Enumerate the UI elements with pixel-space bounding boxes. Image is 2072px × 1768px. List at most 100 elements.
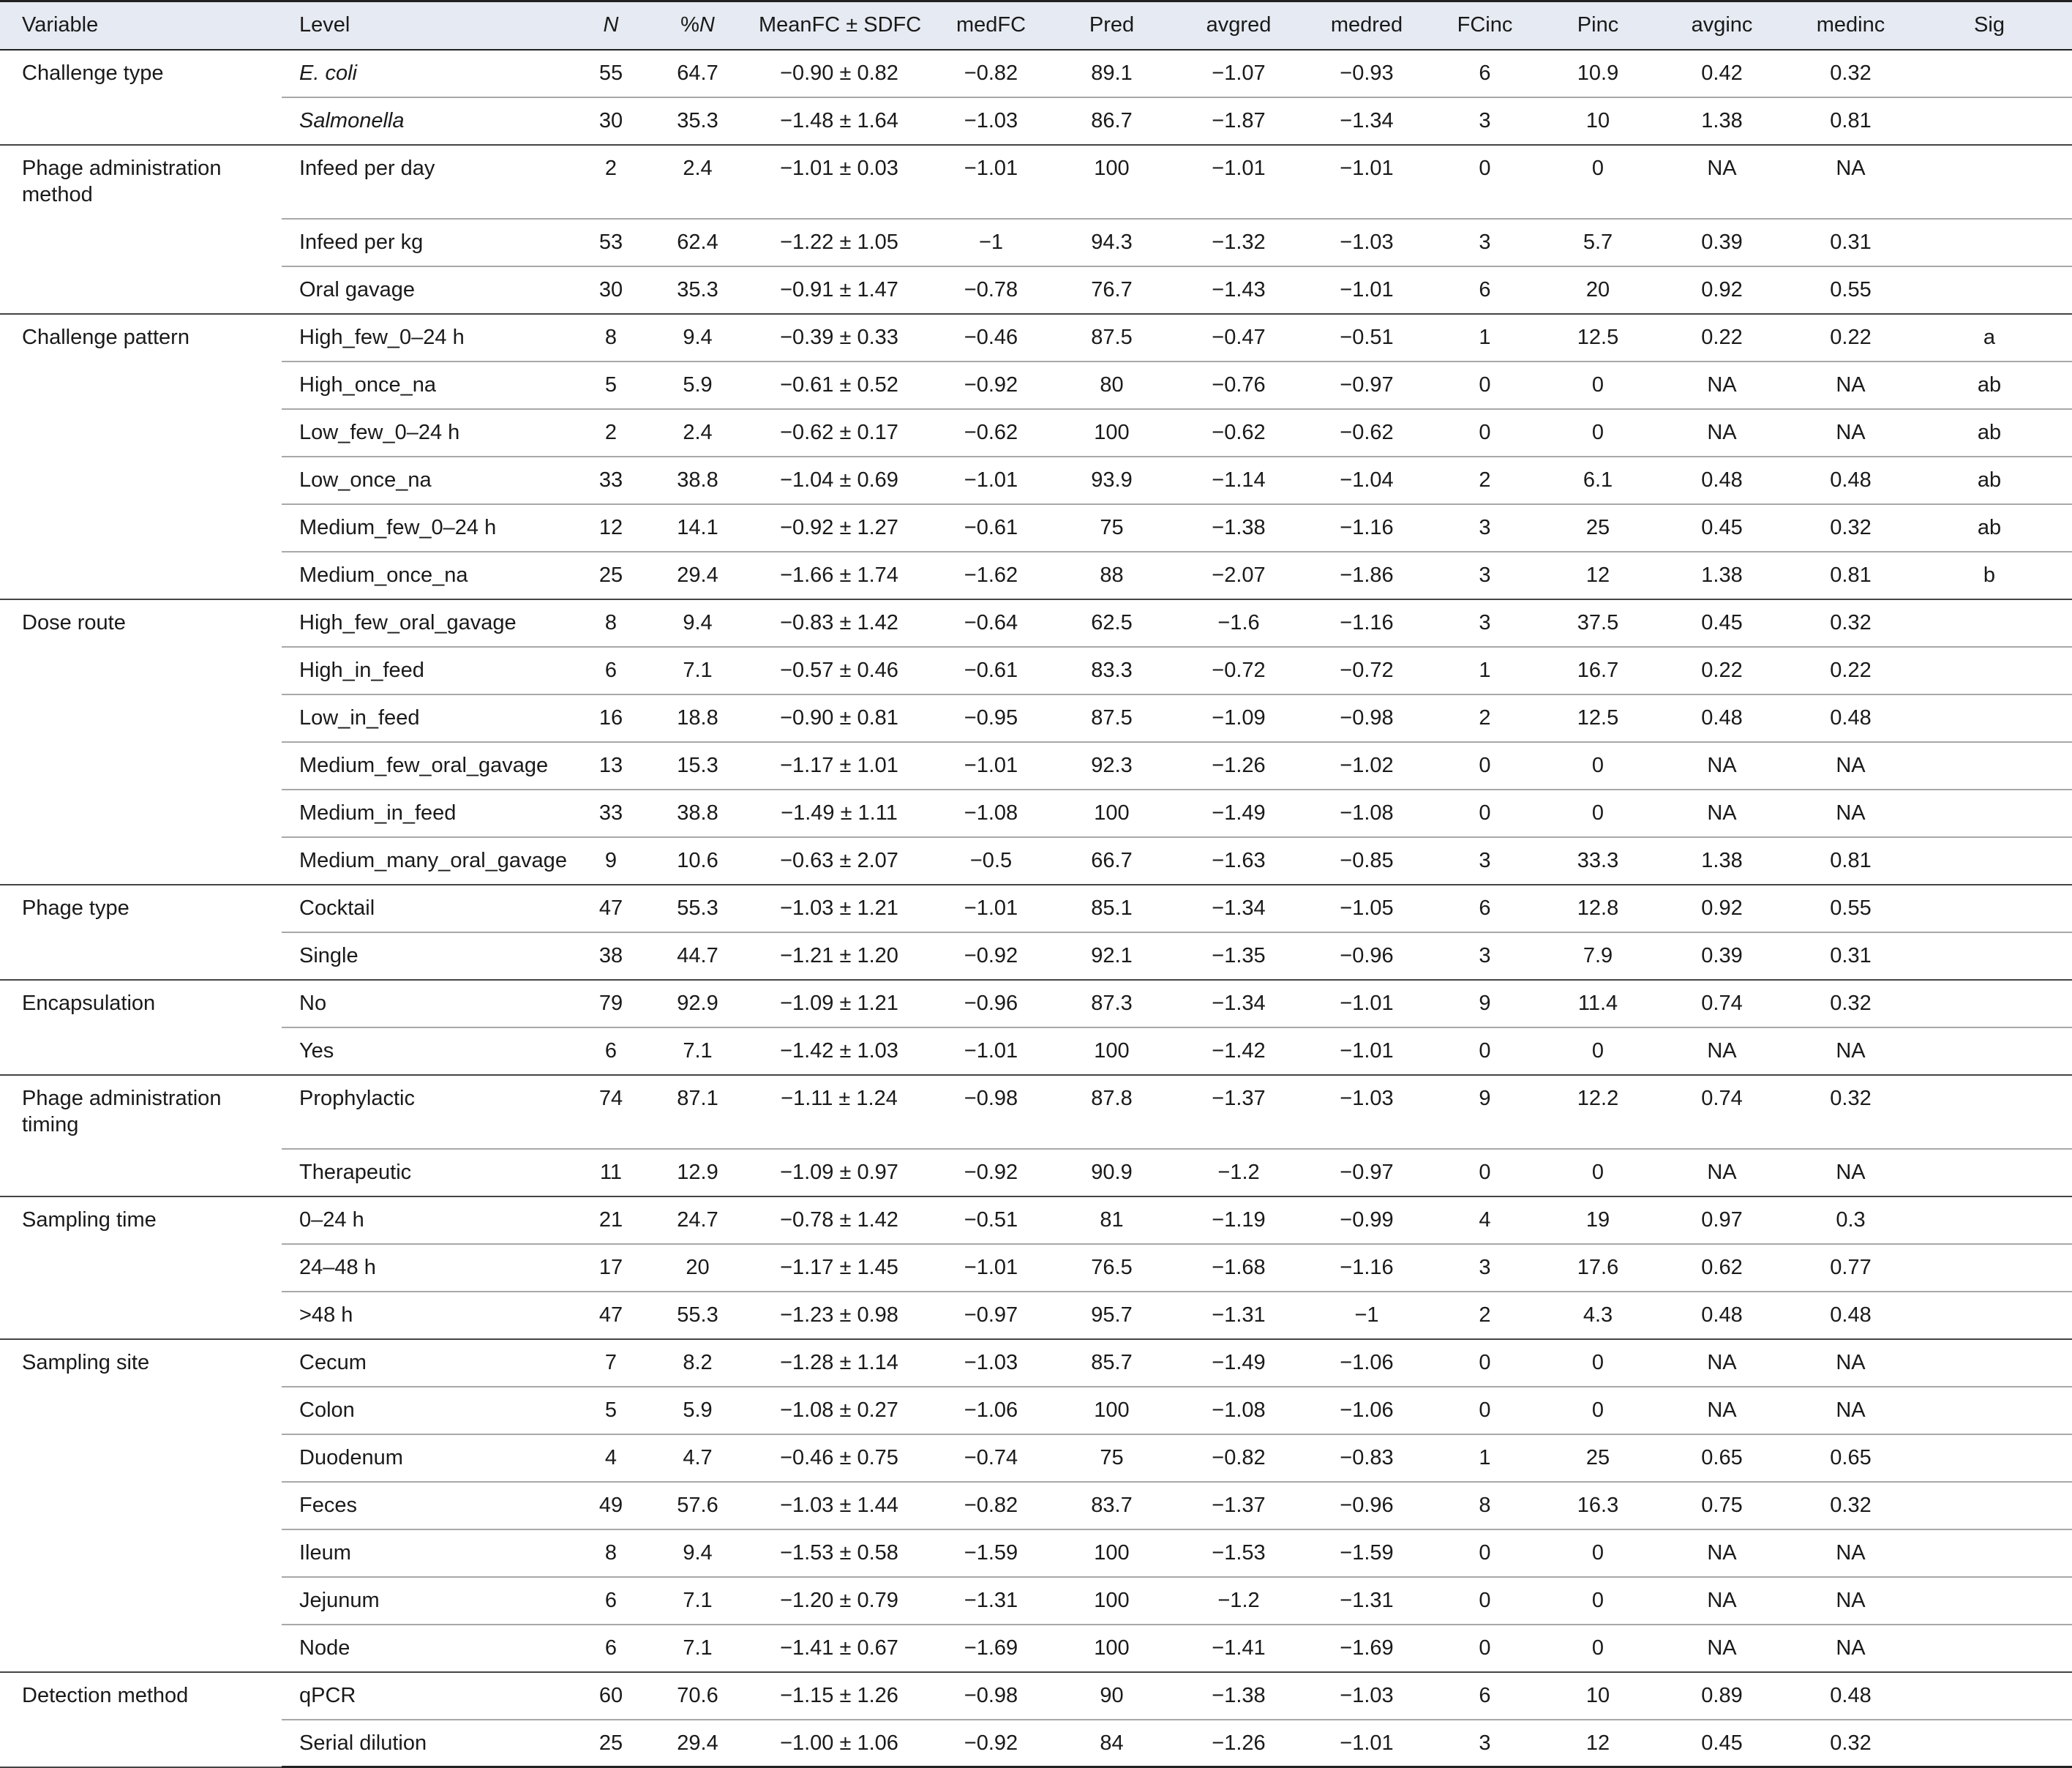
value-cell: −1.59 (926, 1529, 1056, 1578)
value-cell: 0.92 (1649, 884, 1795, 933)
header-avgred: avgred (1167, 0, 1310, 50)
value-cell: 29.4 (642, 551, 753, 600)
value-cell: 6 (1423, 1671, 1547, 1720)
value-cell (1907, 836, 2072, 885)
level-cell: Prophylactic (282, 1074, 579, 1150)
value-cell: −0.47 (1167, 313, 1310, 362)
value-cell: 94.3 (1056, 218, 1167, 267)
value-cell (1907, 144, 2072, 220)
value-cell: 88 (1056, 551, 1167, 600)
value-cell: 0.81 (1795, 97, 1907, 146)
value-cell: 100 (1056, 1576, 1167, 1625)
value-cell: NA (1649, 1624, 1795, 1673)
value-cell: 100 (1056, 144, 1167, 220)
value-cell: −1.26 (1167, 741, 1310, 790)
value-cell: −1.15 ± 1.26 (753, 1671, 926, 1720)
value-cell: 47 (579, 1291, 642, 1340)
value-cell: 87.1 (642, 1074, 753, 1150)
value-cell: 29.4 (642, 1719, 753, 1768)
value-cell: 85.1 (1056, 884, 1167, 933)
value-cell: 8.2 (642, 1338, 753, 1387)
value-cell: −0.64 (926, 599, 1056, 648)
table-row: Phage administration method Infeed per da… (0, 144, 2072, 315)
value-cell: −1.2 (1167, 1576, 1310, 1625)
value-cell: 55 (579, 49, 642, 98)
value-cell: −1.62 (926, 551, 1056, 600)
value-cell: −1.08 (926, 789, 1056, 838)
value-cell: 25 (579, 551, 642, 600)
value-cell: 33.3 (1547, 836, 1649, 885)
table-row: Medium_once_na 25 29.4 −1.66 ± 1.74 −1.62 88−… (0, 551, 2072, 600)
level-cell: Colon (282, 1386, 579, 1435)
value-cell: −1.08 ± 0.27 (753, 1386, 926, 1435)
level-cell: Oral gavage (282, 266, 579, 315)
table-row: Encapsulation No 79 92.9 −1.09 ± 1.21 −0.96 87… (0, 979, 2072, 1076)
value-cell: 0.45 (1649, 1719, 1795, 1768)
value-cell: 0 (1547, 144, 1649, 220)
value-cell: 6 (579, 646, 642, 695)
level-cell: Medium_few_0–24 h (282, 503, 579, 552)
value-cell: 16 (579, 694, 642, 743)
value-cell: −0.76 (1167, 361, 1310, 410)
value-cell (1907, 979, 2072, 1028)
value-cell: −0.61 (926, 503, 1056, 552)
level-cell: Feces (282, 1481, 579, 1530)
value-cell: 0.65 (1795, 1434, 1907, 1483)
value-cell: −1.06 (1310, 1386, 1423, 1435)
value-cell: 100 (1056, 1624, 1167, 1673)
value-cell (1907, 1719, 2072, 1768)
value-cell: −1.41 (1167, 1624, 1310, 1673)
value-cell: −1.03 (926, 97, 1056, 146)
value-cell: 66.7 (1056, 836, 1167, 885)
value-cell: −1.08 (1167, 1386, 1310, 1435)
value-cell: 0 (1547, 789, 1649, 838)
level-cell: Medium_in_feed (282, 789, 579, 838)
value-cell: 75 (1056, 503, 1167, 552)
value-cell: ab (1907, 456, 2072, 505)
value-cell: 0 (1423, 361, 1547, 410)
variable-cell: Challenge pattern (0, 313, 282, 600)
value-cell (1907, 1027, 2072, 1076)
value-cell: −1.31 (926, 1576, 1056, 1625)
value-cell: 38.8 (642, 789, 753, 838)
table-row: Therapeutic 11 12.9 −1.09 ± 0.97 −0.92 90.9 −1… (0, 1148, 2072, 1197)
value-cell: NA (1795, 1529, 1907, 1578)
value-cell: 62.5 (1056, 599, 1167, 648)
value-cell: 0.3 (1795, 1196, 1907, 1245)
value-cell: −1.07 (1167, 49, 1310, 98)
value-cell: 53 (579, 218, 642, 267)
value-cell: 6 (1423, 49, 1547, 98)
variable-cell: Encapsulation (0, 979, 282, 1076)
value-cell: 44.7 (642, 932, 753, 981)
value-cell: −1.34 (1310, 97, 1423, 146)
value-cell (1907, 1074, 2072, 1150)
value-cell: NA (1795, 1027, 1907, 1076)
value-cell: −0.99 (1310, 1196, 1423, 1245)
level-cell: Node (282, 1624, 579, 1673)
value-cell: 100 (1056, 789, 1167, 838)
value-cell: −0.78 ± 1.42 (753, 1196, 926, 1245)
value-cell: −1.2 (1167, 1148, 1310, 1197)
value-cell: 9 (1423, 979, 1547, 1028)
value-cell: 8 (579, 1529, 642, 1578)
table-row: Phage type Cocktail 47 55.3 −1.03 ± 1.21 −1.0… (0, 884, 2072, 981)
value-cell: 0 (1423, 789, 1547, 838)
value-cell: NA (1795, 408, 1907, 457)
value-cell (1907, 218, 2072, 267)
value-cell: −0.98 (1310, 694, 1423, 743)
value-cell: −1.86 (1310, 551, 1423, 600)
value-cell: NA (1649, 1529, 1795, 1578)
value-cell: 64.7 (642, 49, 753, 98)
value-cell: 1 (1423, 646, 1547, 695)
value-cell: NA (1795, 1386, 1907, 1435)
value-cell: −0.92 (926, 1719, 1056, 1768)
value-cell: NA (1795, 789, 1907, 838)
value-cell: −1.38 (1167, 503, 1310, 552)
value-cell: 0.31 (1795, 218, 1907, 267)
value-cell: 3 (1423, 932, 1547, 981)
value-cell: −0.97 (1310, 361, 1423, 410)
value-cell: 1 (1423, 313, 1547, 362)
level-cell: E. coli (282, 49, 579, 98)
value-cell: 100 (1056, 1386, 1167, 1435)
level-cell: Therapeutic (282, 1148, 579, 1197)
